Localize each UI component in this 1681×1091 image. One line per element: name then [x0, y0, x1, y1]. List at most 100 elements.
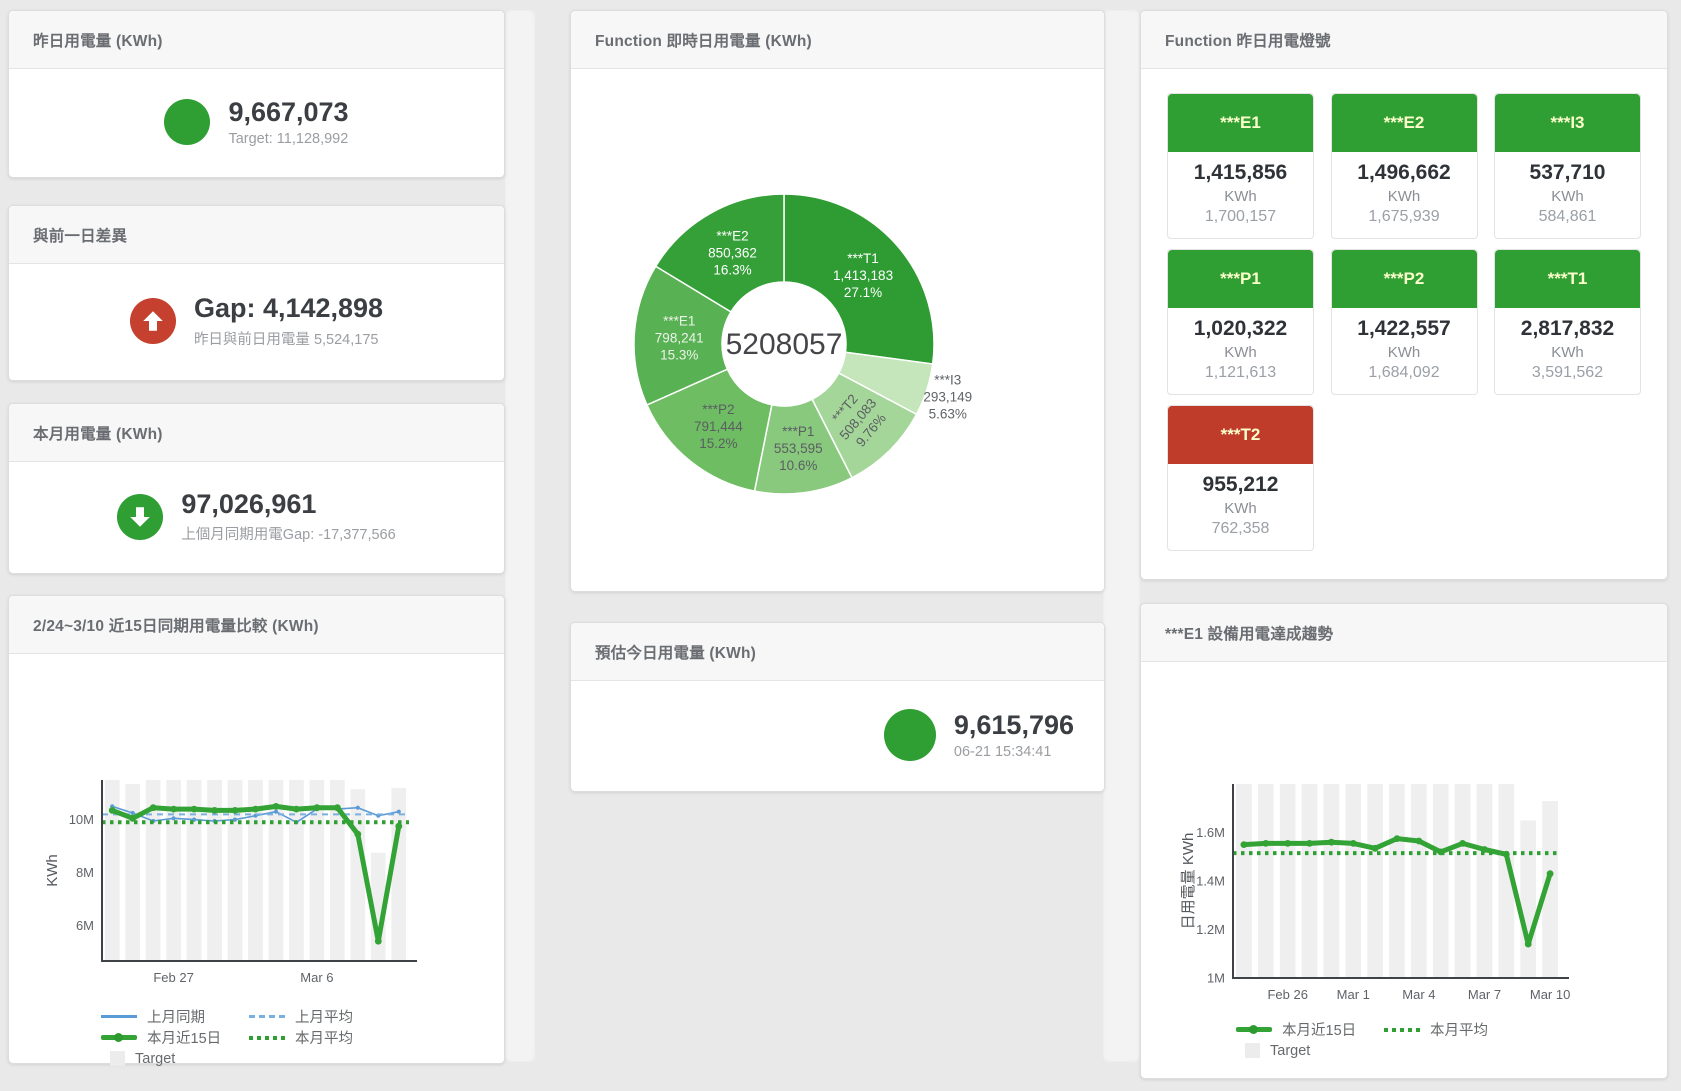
- legend-swatch-icon: [101, 1015, 137, 1018]
- device-tile-status-header: ***E2: [1332, 94, 1477, 152]
- card-realtime-usage-pie: Function 即時日用電量 (KWh) ***T11,413,18327.1…: [570, 10, 1105, 592]
- energy-dashboard: 昨日用電量 (KWh) 9,667,073 Target: 11,128,992…: [0, 0, 1681, 1091]
- target-bar: [1302, 784, 1318, 978]
- card-realtime-usage-header: Function 即時日用電量 (KWh): [571, 11, 1104, 69]
- target-bar: [1367, 784, 1383, 978]
- legend-swatch-icon: [1384, 1028, 1420, 1032]
- device-usage-target: 1,684,092: [1332, 364, 1477, 382]
- legend-row: Target: [1236, 1040, 1667, 1061]
- legend-row: 上月同期 上月平均: [101, 1006, 504, 1027]
- device-usage-unit: KWh: [1332, 188, 1477, 205]
- day-gap-subtext: 昨日與前日用電量 5,524,175: [194, 328, 383, 349]
- data-point: [274, 810, 278, 814]
- device-usage-target: 1,700,157: [1168, 208, 1313, 226]
- device-usage-unit: KWh: [1495, 188, 1640, 205]
- card-15day-compare-header: 2/24~3/10 近15日同期用電量比較 (KWh): [9, 596, 504, 654]
- device-usage-value: 1,020,322: [1168, 317, 1313, 341]
- card-title: 預估今日用電量 (KWh): [595, 641, 756, 663]
- data-point: [356, 806, 360, 810]
- data-point: [172, 816, 176, 820]
- device-tile-P1: ***P11,020,322KWh1,121,613: [1167, 249, 1314, 395]
- y-tick-label: 6M: [76, 918, 94, 933]
- card-month-usage-header: 本月用電量 (KWh): [9, 404, 504, 462]
- target-bar: [1280, 784, 1296, 978]
- y-tick-label: 10M: [69, 812, 94, 827]
- data-point: [1525, 941, 1532, 948]
- y-tick-label: 1M: [1207, 971, 1225, 986]
- data-point: [375, 938, 382, 945]
- device-tile-status-header: ***P2: [1332, 250, 1477, 308]
- status-circle-icon: [164, 99, 210, 145]
- legend-swatch-icon: [1236, 1027, 1272, 1032]
- column-divider-left: [505, 10, 535, 1062]
- legend-item-Target[interactable]: Target: [1236, 1043, 1384, 1059]
- legend-item-上月平均[interactable]: 上月平均: [249, 1006, 397, 1027]
- card-day-gap: 與前一日差異 Gap: 4,142,898 昨日與前日用電量 5,524,175: [8, 205, 505, 381]
- y-axis-label: KWh: [44, 854, 61, 887]
- data-point: [170, 806, 177, 813]
- legend-item-上月同期[interactable]: 上月同期: [101, 1006, 249, 1027]
- device-usage-value: 1,496,662: [1332, 161, 1477, 185]
- y-tick-label: 8M: [76, 865, 94, 880]
- x-tick-label: Feb 27: [153, 970, 193, 985]
- legend-label: 本月平均: [1430, 1019, 1488, 1040]
- card-title: Function 即時日用電量 (KWh): [595, 29, 812, 51]
- legend-item-本月近15日[interactable]: 本月近15日: [101, 1027, 249, 1048]
- legend-swatch-icon: [110, 1051, 125, 1066]
- device-usage-value: 955,212: [1168, 473, 1313, 497]
- device-usage-value: 2,817,832: [1495, 317, 1640, 341]
- data-point: [273, 803, 280, 810]
- data-point: [129, 815, 136, 822]
- device-tile-E2: ***E21,496,662KWh1,675,939: [1331, 93, 1478, 239]
- yesterday-usage-value: 9,667,073: [228, 97, 348, 128]
- grid-spacer: [1494, 405, 1641, 551]
- x-tick-label: Mar 4: [1402, 987, 1435, 1002]
- card-15day-compare-chart: 2/24~3/10 近15日同期用電量比較 (KWh) 6M 8M 10M Feb 2…: [8, 595, 505, 1064]
- data-point: [109, 807, 116, 814]
- card-title: ***E1 設備用電達成趨勢: [1165, 622, 1333, 644]
- data-point: [131, 811, 135, 815]
- card-e1-trend-header: ***E1 設備用電達成趨勢: [1141, 604, 1667, 662]
- legend-swatch-icon: [1245, 1043, 1260, 1058]
- legend-item-本月平均[interactable]: 本月平均: [1384, 1019, 1532, 1040]
- x-tick-label: Mar 6: [300, 970, 333, 985]
- grid-spacer: [1331, 405, 1478, 551]
- data-point: [395, 823, 402, 830]
- device-usage-unit: KWh: [1168, 500, 1313, 517]
- card-estimate-today-header: 預估今日用電量 (KWh): [571, 623, 1104, 681]
- legend-item-本月近15日[interactable]: 本月近15日: [1236, 1019, 1384, 1040]
- device-usage-unit: KWh: [1168, 188, 1313, 205]
- donut-total-value: 5208057: [726, 328, 843, 361]
- data-point: [354, 831, 361, 838]
- card-month-usage: 本月用電量 (KWh) 97,026,961 上個月同期用電Gap: -17,3…: [8, 403, 505, 574]
- card-yesterday-usage-header: 昨日用電量 (KWh): [9, 11, 504, 69]
- legend-swatch-icon: [249, 1036, 285, 1040]
- data-point: [1547, 870, 1554, 877]
- y-tick-label: 1.2M: [1196, 922, 1225, 937]
- legend-item-本月平均[interactable]: 本月平均: [249, 1027, 397, 1048]
- device-usage-target: 3,591,562: [1495, 364, 1640, 382]
- device-usage-value: 1,422,557: [1332, 317, 1477, 341]
- donut-slice-label: ***I3293,1495.63%: [923, 373, 972, 422]
- legend-label: Target: [1270, 1043, 1310, 1059]
- device-lights-grid: ***E11,415,856KWh1,700,157***E21,496,662…: [1141, 69, 1667, 551]
- device-usage-unit: KWh: [1332, 344, 1477, 361]
- data-point: [314, 804, 321, 811]
- target-bar: [1477, 784, 1493, 978]
- data-point: [1262, 840, 1269, 847]
- legend-label: 本月平均: [295, 1027, 353, 1048]
- target-bar: [1433, 784, 1449, 978]
- legend-item-Target[interactable]: Target: [101, 1051, 249, 1067]
- data-point: [1306, 840, 1313, 847]
- device-tile-E1: ***E11,415,856KWh1,700,157: [1167, 93, 1314, 239]
- data-point: [397, 810, 401, 814]
- x-tick-label: Mar 10: [1530, 987, 1570, 1002]
- data-point: [233, 818, 237, 822]
- data-point: [293, 806, 300, 813]
- device-usage-target: 584,861: [1495, 208, 1640, 226]
- legend-swatch-icon: [101, 1035, 137, 1040]
- device-usage-unit: KWh: [1168, 344, 1313, 361]
- legend-label: 上月同期: [147, 1006, 205, 1027]
- data-point: [1241, 841, 1248, 848]
- target-bar: [1236, 784, 1252, 978]
